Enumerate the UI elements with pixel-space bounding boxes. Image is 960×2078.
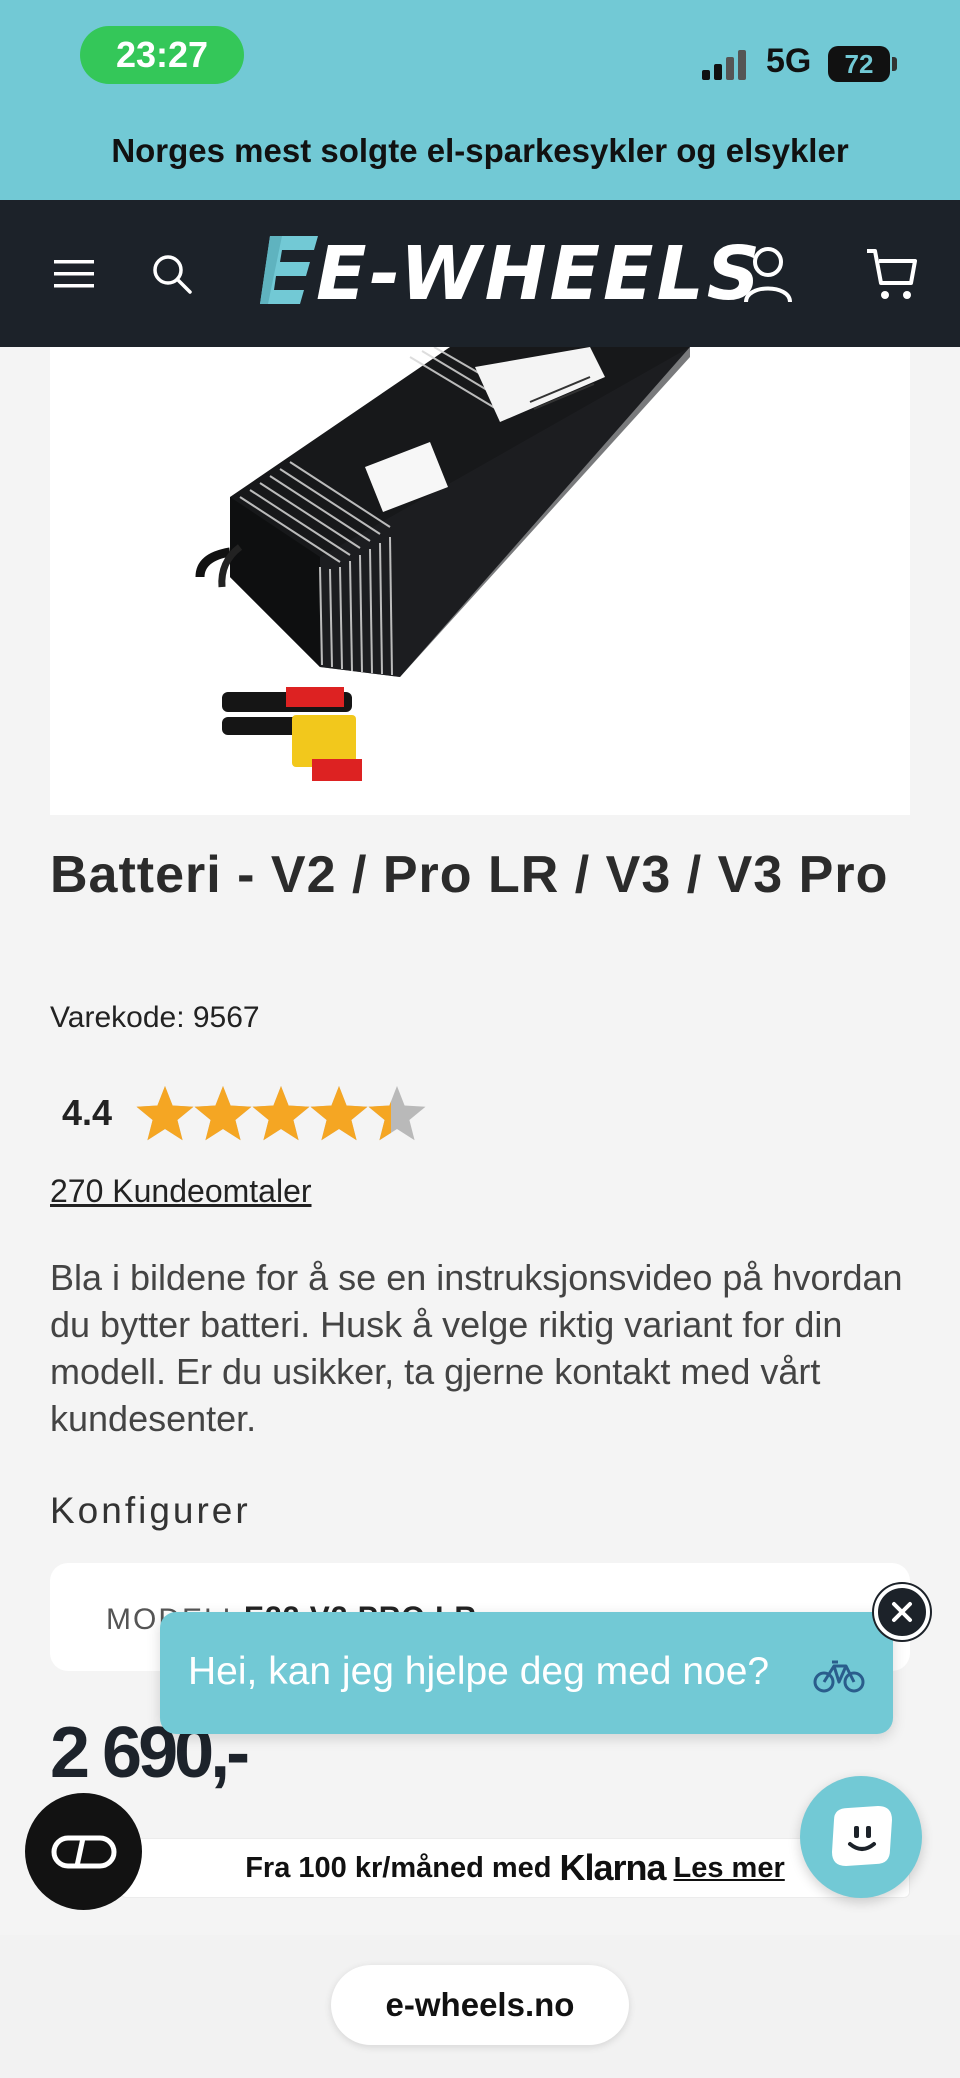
signal-icon [702,50,752,80]
rating-value: 4.4 [62,1092,113,1133]
cookie-settings-button[interactable] [25,1793,142,1910]
chat-face-icon [832,1806,892,1866]
battery-icon: 72 [828,46,890,82]
configure-heading: Konfigurer [50,1490,251,1531]
star-filled-icon [310,1086,368,1141]
cookie-consent-icon [51,1835,117,1869]
klarna-read-more-link[interactable]: Les mer [674,1852,785,1885]
close-icon [892,1602,912,1622]
klarna-banner[interactable]: Fra 100 kr/måned med Klarna Les mer [120,1838,910,1898]
cart-icon[interactable] [862,244,922,304]
reviews-link[interactable]: 270 Kundeomtaler [50,1173,312,1210]
site-tagline: Norges mest solgte el-sparkesykler og el… [111,132,849,169]
status-time: 23:27 [80,26,244,84]
star-filled-icon [252,1086,310,1141]
product-description: Bla i bildene for å se en instruksjonsvi… [50,1257,903,1439]
bicycle-icon [813,1660,865,1693]
search-icon[interactable] [142,244,202,304]
battery-tip [892,57,897,71]
chat-close-button[interactable] [874,1584,930,1640]
site-header: E-WHEELS [0,200,960,347]
site-logo[interactable]: E-WHEELS [252,228,760,320]
rating-stars[interactable] [136,1082,436,1148]
battery-level: 72 [844,48,874,79]
address-bar[interactable]: e-wheels.no [331,1965,629,2045]
battery-photo [195,347,690,781]
user-icon[interactable] [738,244,798,304]
chat-prompt-text: Hei, kan jeg hjelpe deg med noe? [188,1650,770,1693]
klarna-logo: Klarna [559,1847,666,1888]
network-type: 5G [766,42,812,80]
logo-mark-icon [260,236,318,304]
star-filled-icon [136,1086,194,1141]
menu-icon[interactable] [44,244,104,304]
product-sku: Varekode: 9567 [50,1001,260,1034]
browser-toolbar: e-wheels.no [0,1935,960,2078]
product-title: Batteri - V2 / Pro LR / V3 / V3 Pro [50,846,889,904]
top-banner: 23:27 5G 72 Norges mest solgte el-sparke… [0,0,960,200]
logo-text: E-WHEELS [316,231,764,317]
product-image[interactable] [50,347,910,815]
klarna-prefix: Fra 100 kr/måned med [245,1851,552,1884]
star-filled-icon [194,1086,252,1141]
chat-prompt-bubble[interactable]: Hei, kan jeg hjelpe deg med noe? [160,1612,893,1734]
chat-launcher-button[interactable] [800,1776,922,1898]
